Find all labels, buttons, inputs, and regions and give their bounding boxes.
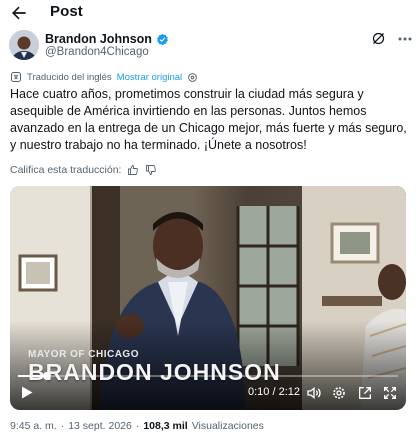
post-text: Hace cuatro años, prometimos construir l… (10, 87, 407, 152)
post-meta: 9:45 a. m. · 13 sept. 2026 · 108,3 mil V… (10, 418, 264, 434)
thumbs-down-icon[interactable] (145, 164, 157, 176)
translated-label: Traducido del inglés (27, 71, 112, 83)
author-name[interactable]: Brandon Johnson (45, 32, 152, 46)
author-name-row: Brandon Johnson (45, 31, 169, 47)
meta-separator: · (60, 420, 65, 432)
grok-icon[interactable] (371, 31, 386, 46)
fullscreen-icon[interactable] (382, 385, 398, 401)
rate-translation-label: Califica esta traducción: (10, 163, 122, 176)
post-time[interactable]: 9:45 a. m. (10, 420, 57, 432)
open-external-icon[interactable] (357, 385, 373, 401)
volume-icon[interactable] (306, 385, 322, 401)
views-count: 108,3 mil (143, 420, 188, 432)
author-handle[interactable]: @Brandon4Chicago (45, 46, 149, 58)
post-date[interactable]: 13 sept. 2026 (68, 420, 132, 432)
video-progress-bar[interactable] (18, 372, 398, 380)
meta-separator: · (135, 420, 140, 432)
video-player[interactable]: MAYOR OF CHICAGO BRANDON JOHNSON 0:10 / … (10, 186, 406, 410)
thumbs-up-icon[interactable] (127, 164, 139, 176)
translation-settings-icon[interactable] (187, 72, 198, 83)
translate-icon (11, 72, 21, 82)
more-options-icon[interactable] (397, 33, 413, 45)
show-original-link[interactable]: Mostrar original (117, 72, 182, 83)
video-lower-third: MAYOR OF CHICAGO BRANDON JOHNSON (28, 349, 281, 386)
back-arrow-icon[interactable] (9, 3, 29, 23)
rate-translation-row: Califica esta traducción: (10, 162, 157, 177)
translation-notice: Traducido del inglés Mostrar original (10, 70, 198, 84)
video-progress-handle[interactable] (42, 372, 51, 380)
video-time: 0:10 / 2:12 (248, 386, 300, 398)
verified-badge-icon (157, 33, 168, 45)
avatar[interactable] (9, 30, 39, 60)
views-label: Visualizaciones (191, 420, 264, 432)
top-bar: Post (0, 0, 420, 26)
play-icon[interactable] (21, 386, 33, 399)
video-controls: 0:10 / 2:12 (10, 382, 406, 404)
settings-icon[interactable] (331, 385, 347, 401)
page-title: Post (50, 3, 83, 20)
